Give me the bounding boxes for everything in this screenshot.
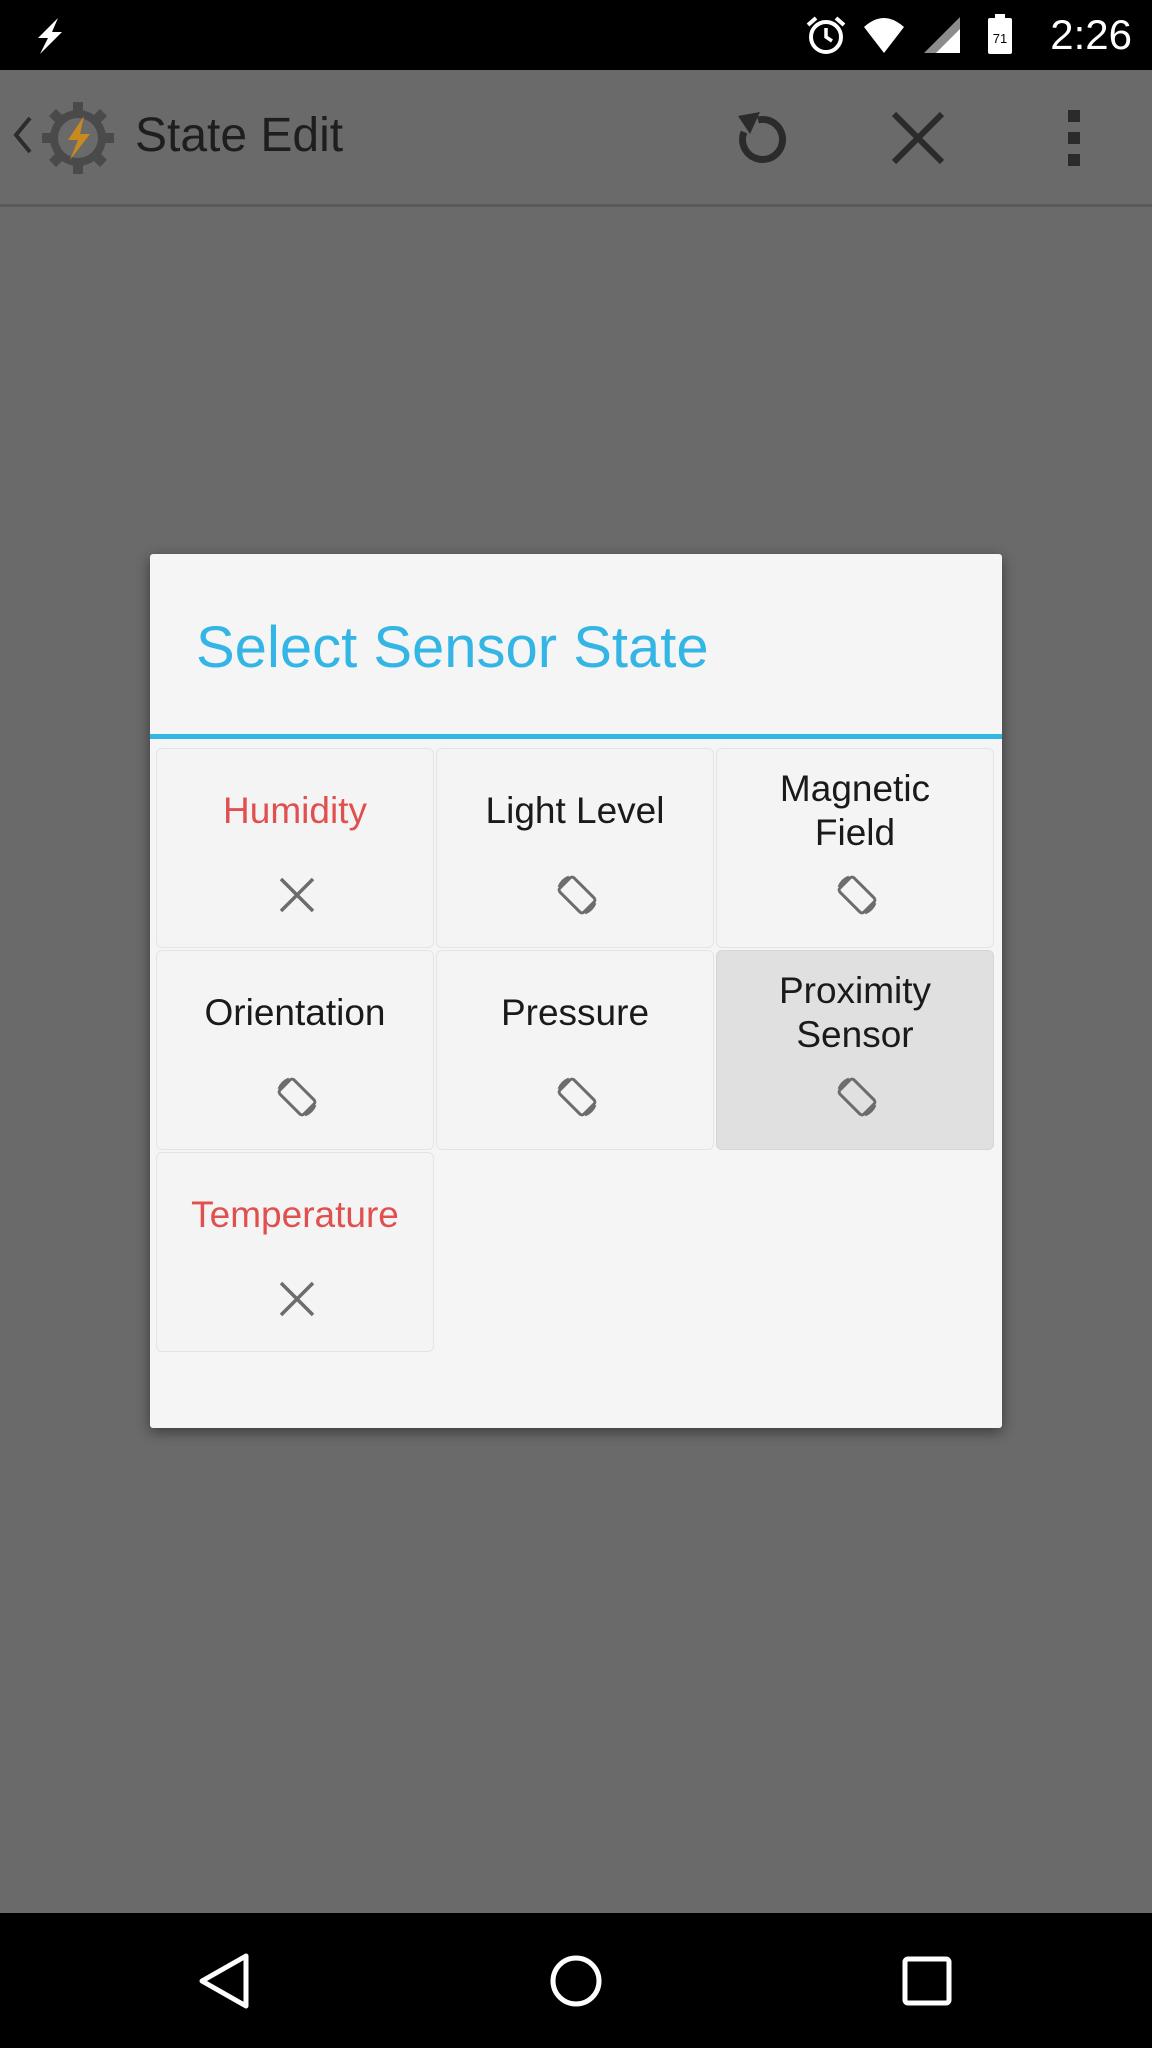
reset-icon[interactable] xyxy=(724,102,796,174)
x-mark-icon xyxy=(279,1281,315,1317)
home-circle-icon[interactable] xyxy=(541,1946,611,2016)
select-sensor-state-dialog: Select Sensor State Humidity Light Level… xyxy=(150,554,1002,1428)
screen-rotation-icon xyxy=(277,1077,317,1117)
close-icon[interactable] xyxy=(882,102,954,174)
recents-square-icon[interactable] xyxy=(892,1946,962,2016)
app-bar: State Edit xyxy=(0,70,1152,207)
back-triangle-icon[interactable] xyxy=(190,1946,260,2016)
screen-rotation-icon xyxy=(837,1077,877,1117)
navigation-bar xyxy=(0,1913,1152,2048)
battery-level-text: 71 xyxy=(993,31,1007,46)
sensor-label: Magnetic Field xyxy=(779,768,931,853)
sensor-label: Orientation xyxy=(204,992,386,1033)
title-divider xyxy=(150,734,1002,739)
sensor-item-orientation[interactable]: Orientation xyxy=(156,950,434,1150)
sensor-label: Humidity xyxy=(223,790,367,831)
sensor-item-light-level[interactable]: Light Level xyxy=(436,748,714,948)
sensor-label: Light Level xyxy=(485,790,665,831)
screen-rotation-icon xyxy=(837,875,877,915)
back-chevron-icon[interactable] xyxy=(10,110,34,160)
tasker-logo-icon xyxy=(42,102,114,174)
sensor-item-proximity-sensor[interactable]: Proximity Sensor xyxy=(716,950,994,1150)
sensor-label: Temperature xyxy=(191,1194,399,1235)
battery-icon: 71 xyxy=(988,14,1013,54)
clock-time: 2:26 xyxy=(1050,11,1132,58)
signal-icon xyxy=(924,17,961,53)
alarm-icon xyxy=(806,16,846,54)
screen-rotation-icon xyxy=(557,875,597,915)
sensor-grid: Humidity Light Level Magnetic Field Orie… xyxy=(156,748,996,1352)
tasker-notification-icon xyxy=(38,18,62,54)
dialog-title: Select Sensor State xyxy=(196,615,709,680)
sensor-label: Proximity Sensor xyxy=(778,970,932,1055)
overflow-menu-icon[interactable] xyxy=(1038,102,1110,174)
sensor-item-magnetic-field[interactable]: Magnetic Field xyxy=(716,748,994,948)
sensor-item-pressure[interactable]: Pressure xyxy=(436,950,714,1150)
wifi-icon xyxy=(864,18,905,53)
status-bar: 71 2:26 xyxy=(0,0,1152,70)
sensor-item-humidity[interactable]: Humidity xyxy=(156,748,434,948)
sensor-label: Pressure xyxy=(500,992,650,1033)
screen-rotation-icon xyxy=(557,1077,597,1117)
page-title: State Edit xyxy=(135,109,344,162)
sensor-item-temperature[interactable]: Temperature xyxy=(156,1152,434,1352)
x-mark-icon xyxy=(279,877,315,913)
